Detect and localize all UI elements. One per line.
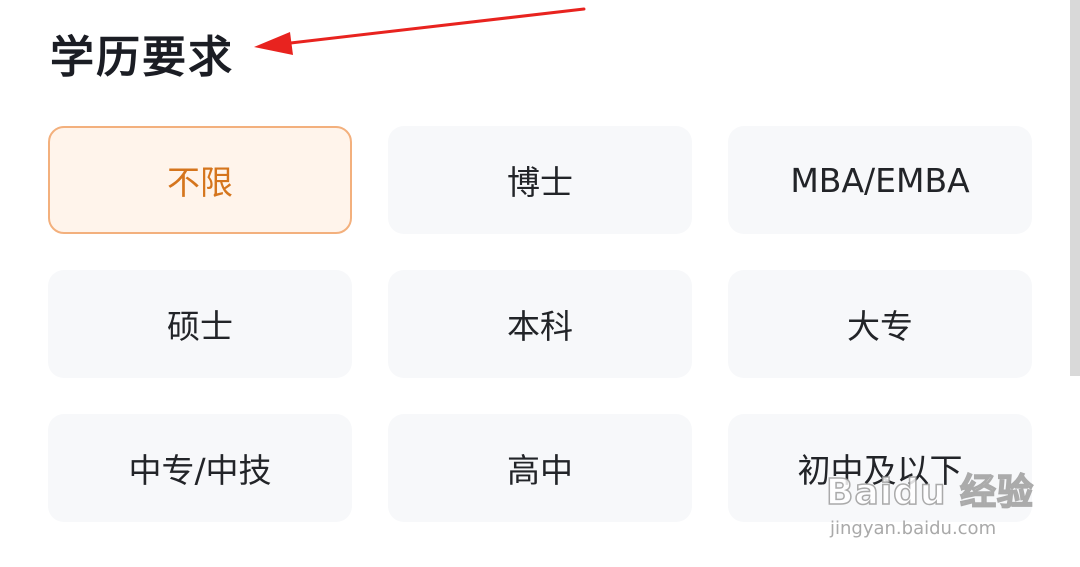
option-high-school[interactable]: 高中 — [388, 414, 692, 522]
option-label: 不限 — [167, 163, 233, 202]
option-label: 大专 — [847, 307, 913, 346]
option-label: MBA/EMBA — [790, 160, 970, 200]
option-label: 中专/中技 — [128, 451, 272, 490]
option-label: 初中及以下 — [797, 451, 963, 490]
option-bachelor[interactable]: 本科 — [388, 270, 692, 378]
scrollbar[interactable] — [1070, 0, 1080, 376]
option-associate[interactable]: 大专 — [728, 270, 1032, 378]
option-label: 博士 — [507, 163, 573, 202]
option-doctorate[interactable]: 博士 — [388, 126, 692, 234]
option-junior-high-and-below[interactable]: 初中及以下 — [728, 414, 1032, 522]
section-title: 学历要求 — [50, 32, 234, 83]
education-options-grid: 不限 博士 MBA/EMBA 硕士 本科 大专 中专/中技 高中 初中及以下 — [48, 126, 1032, 522]
option-label: 硕士 — [167, 307, 233, 346]
education-filter-page: 学历要求 不限 博士 MBA/EMBA 硕士 本科 大专 中专/中技 高中 初中… — [0, 0, 1080, 567]
option-mba-emba[interactable]: MBA/EMBA — [728, 126, 1032, 234]
option-unlimited[interactable]: 不限 — [48, 126, 352, 234]
option-label: 本科 — [507, 307, 573, 346]
option-label: 高中 — [507, 451, 573, 490]
option-technical-secondary[interactable]: 中专/中技 — [48, 414, 352, 522]
option-master[interactable]: 硕士 — [48, 270, 352, 378]
